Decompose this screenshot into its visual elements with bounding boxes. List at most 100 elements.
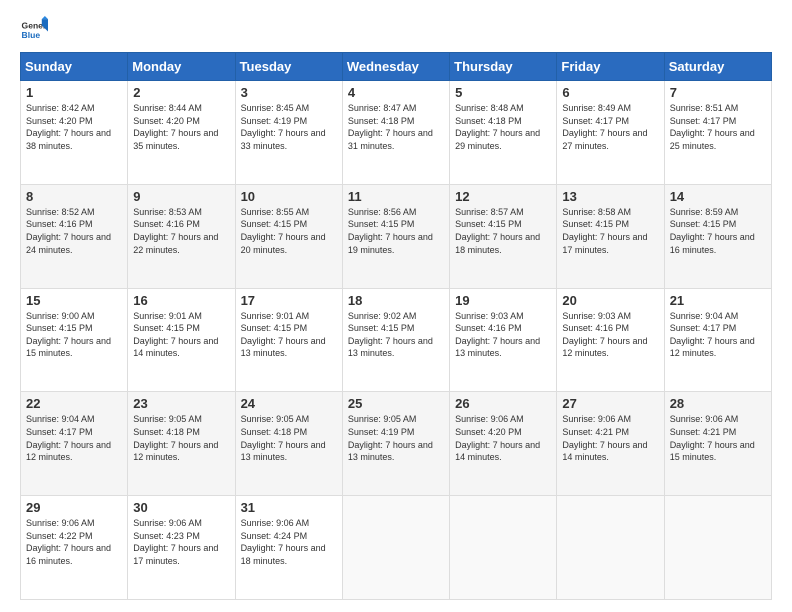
calendar-cell: 1Sunrise: 8:42 AMSunset: 4:20 PMDaylight… xyxy=(21,81,128,185)
calendar-cell: 11 Sunrise: 8:56 AMSunset: 4:15 PMDayligh… xyxy=(342,184,449,288)
day-number: 29 xyxy=(26,500,122,515)
calendar-cell: 27 Sunrise: 9:06 AMSunset: 4:21 PMDayligh… xyxy=(557,392,664,496)
cell-info: Sunrise: 9:06 AMSunset: 4:23 PMDaylight:… xyxy=(133,517,229,567)
calendar-cell: 16 Sunrise: 9:01 AMSunset: 4:15 PMDayligh… xyxy=(128,288,235,392)
day-number: 20 xyxy=(562,293,658,308)
day-number: 22 xyxy=(26,396,122,411)
calendar-cell: 25 Sunrise: 9:05 AMSunset: 4:19 PMDayligh… xyxy=(342,392,449,496)
day-number: 21 xyxy=(670,293,766,308)
day-number: 23 xyxy=(133,396,229,411)
page: General Blue SundayMondayTuesdayWednesda… xyxy=(0,0,792,612)
day-number: 11 xyxy=(348,189,444,204)
day-number: 16 xyxy=(133,293,229,308)
cell-info: Sunrise: 8:53 AMSunset: 4:16 PMDaylight:… xyxy=(133,206,229,256)
calendar-cell: 23Sunrise: 9:05 AMSunset: 4:18 PMDayligh… xyxy=(128,392,235,496)
svg-text:Blue: Blue xyxy=(22,30,41,40)
calendar-cell: 12 Sunrise: 8:57 AMSunset: 4:15 PMDayligh… xyxy=(450,184,557,288)
day-number: 14 xyxy=(670,189,766,204)
cell-info: Sunrise: 8:44 AMSunset: 4:20 PMDaylight:… xyxy=(133,102,229,152)
week-row-2: 8 Sunrise: 8:52 AMSunset: 4:16 PMDaylight… xyxy=(21,184,772,288)
weekday-header-friday: Friday xyxy=(557,53,664,81)
cell-info: Sunrise: 8:59 AMSunset: 4:15 PMDaylight:… xyxy=(670,206,766,256)
cell-info: Sunrise: 8:52 AMSunset: 4:16 PMDaylight:… xyxy=(26,206,122,256)
day-number: 30 xyxy=(133,500,229,515)
day-number: 26 xyxy=(455,396,551,411)
calendar-cell: 19Sunrise: 9:03 AMSunset: 4:16 PMDayligh… xyxy=(450,288,557,392)
weekday-header-saturday: Saturday xyxy=(664,53,771,81)
cell-info: Sunrise: 9:05 AMSunset: 4:18 PMDaylight:… xyxy=(241,413,337,463)
calendar-cell xyxy=(664,496,771,600)
calendar-cell: 18Sunrise: 9:02 AMSunset: 4:15 PMDayligh… xyxy=(342,288,449,392)
day-number: 5 xyxy=(455,85,551,100)
cell-info: Sunrise: 9:06 AMSunset: 4:21 PMDaylight:… xyxy=(562,413,658,463)
cell-info: Sunrise: 8:51 AMSunset: 4:17 PMDaylight:… xyxy=(670,102,766,152)
day-number: 18 xyxy=(348,293,444,308)
cell-info: Sunrise: 9:04 AMSunset: 4:17 PMDaylight:… xyxy=(670,310,766,360)
calendar-cell: 5 Sunrise: 8:48 AMSunset: 4:18 PMDaylight… xyxy=(450,81,557,185)
cell-info: Sunrise: 9:03 AMSunset: 4:16 PMDaylight:… xyxy=(562,310,658,360)
week-row-5: 29 Sunrise: 9:06 AMSunset: 4:22 PMDayligh… xyxy=(21,496,772,600)
day-number: 10 xyxy=(241,189,337,204)
calendar-cell: 26 Sunrise: 9:06 AMSunset: 4:20 PMDayligh… xyxy=(450,392,557,496)
weekday-header-thursday: Thursday xyxy=(450,53,557,81)
calendar-cell: 6 Sunrise: 8:49 AMSunset: 4:17 PMDaylight… xyxy=(557,81,664,185)
calendar-cell: 4 Sunrise: 8:47 AMSunset: 4:18 PMDaylight… xyxy=(342,81,449,185)
cell-info: Sunrise: 8:57 AMSunset: 4:15 PMDaylight:… xyxy=(455,206,551,256)
calendar-cell: 29 Sunrise: 9:06 AMSunset: 4:22 PMDayligh… xyxy=(21,496,128,600)
cell-info: Sunrise: 9:06 AMSunset: 4:22 PMDaylight:… xyxy=(26,517,122,567)
day-number: 2 xyxy=(133,85,229,100)
cell-info: Sunrise: 9:06 AMSunset: 4:24 PMDaylight:… xyxy=(241,517,337,567)
day-number: 25 xyxy=(348,396,444,411)
cell-info: Sunrise: 8:47 AMSunset: 4:18 PMDaylight:… xyxy=(348,102,444,152)
cell-info: Sunrise: 9:05 AMSunset: 4:19 PMDaylight:… xyxy=(348,413,444,463)
day-number: 6 xyxy=(562,85,658,100)
calendar-cell: 10 Sunrise: 8:55 AMSunset: 4:15 PMDayligh… xyxy=(235,184,342,288)
cell-info: Sunrise: 8:49 AMSunset: 4:17 PMDaylight:… xyxy=(562,102,658,152)
calendar-cell: 24 Sunrise: 9:05 AMSunset: 4:18 PMDayligh… xyxy=(235,392,342,496)
calendar-cell: 3Sunrise: 8:45 AMSunset: 4:19 PMDaylight… xyxy=(235,81,342,185)
day-number: 3 xyxy=(241,85,337,100)
day-number: 12 xyxy=(455,189,551,204)
calendar-cell: 9Sunrise: 8:53 AMSunset: 4:16 PMDaylight… xyxy=(128,184,235,288)
day-number: 15 xyxy=(26,293,122,308)
calendar-cell xyxy=(450,496,557,600)
calendar-cell: 13 Sunrise: 8:58 AMSunset: 4:15 PMDayligh… xyxy=(557,184,664,288)
week-row-4: 22 Sunrise: 9:04 AMSunset: 4:17 PMDayligh… xyxy=(21,392,772,496)
weekday-header-monday: Monday xyxy=(128,53,235,81)
weekday-header-sunday: Sunday xyxy=(21,53,128,81)
day-number: 8 xyxy=(26,189,122,204)
day-number: 4 xyxy=(348,85,444,100)
day-number: 1 xyxy=(26,85,122,100)
day-number: 28 xyxy=(670,396,766,411)
cell-info: Sunrise: 9:01 AMSunset: 4:15 PMDaylight:… xyxy=(133,310,229,360)
calendar-cell: 31 Sunrise: 9:06 AMSunset: 4:24 PMDayligh… xyxy=(235,496,342,600)
calendar-table: SundayMondayTuesdayWednesdayThursdayFrid… xyxy=(20,52,772,600)
day-number: 13 xyxy=(562,189,658,204)
calendar-cell xyxy=(557,496,664,600)
cell-info: Sunrise: 9:06 AMSunset: 4:21 PMDaylight:… xyxy=(670,413,766,463)
week-row-3: 15Sunrise: 9:00 AMSunset: 4:15 PMDayligh… xyxy=(21,288,772,392)
calendar-cell: 7Sunrise: 8:51 AMSunset: 4:17 PMDaylight… xyxy=(664,81,771,185)
cell-info: Sunrise: 8:58 AMSunset: 4:15 PMDaylight:… xyxy=(562,206,658,256)
weekday-header-wednesday: Wednesday xyxy=(342,53,449,81)
weekday-header-row: SundayMondayTuesdayWednesdayThursdayFrid… xyxy=(21,53,772,81)
day-number: 24 xyxy=(241,396,337,411)
weekday-header-tuesday: Tuesday xyxy=(235,53,342,81)
calendar-cell: 15Sunrise: 9:00 AMSunset: 4:15 PMDayligh… xyxy=(21,288,128,392)
calendar-cell: 21 Sunrise: 9:04 AMSunset: 4:17 PMDayligh… xyxy=(664,288,771,392)
calendar-cell: 2 Sunrise: 8:44 AMSunset: 4:20 PMDaylight… xyxy=(128,81,235,185)
calendar-cell: 22 Sunrise: 9:04 AMSunset: 4:17 PMDayligh… xyxy=(21,392,128,496)
cell-info: Sunrise: 9:06 AMSunset: 4:20 PMDaylight:… xyxy=(455,413,551,463)
cell-info: Sunrise: 9:04 AMSunset: 4:17 PMDaylight:… xyxy=(26,413,122,463)
calendar-cell: 30 Sunrise: 9:06 AMSunset: 4:23 PMDayligh… xyxy=(128,496,235,600)
day-number: 27 xyxy=(562,396,658,411)
cell-info: Sunrise: 8:48 AMSunset: 4:18 PMDaylight:… xyxy=(455,102,551,152)
logo-icon: General Blue xyxy=(20,16,48,44)
calendar-cell xyxy=(342,496,449,600)
calendar-cell: 20 Sunrise: 9:03 AMSunset: 4:16 PMDayligh… xyxy=(557,288,664,392)
day-number: 31 xyxy=(241,500,337,515)
calendar-cell: 28 Sunrise: 9:06 AMSunset: 4:21 PMDayligh… xyxy=(664,392,771,496)
cell-info: Sunrise: 8:55 AMSunset: 4:15 PMDaylight:… xyxy=(241,206,337,256)
cell-info: Sunrise: 8:56 AMSunset: 4:15 PMDaylight:… xyxy=(348,206,444,256)
day-number: 19 xyxy=(455,293,551,308)
